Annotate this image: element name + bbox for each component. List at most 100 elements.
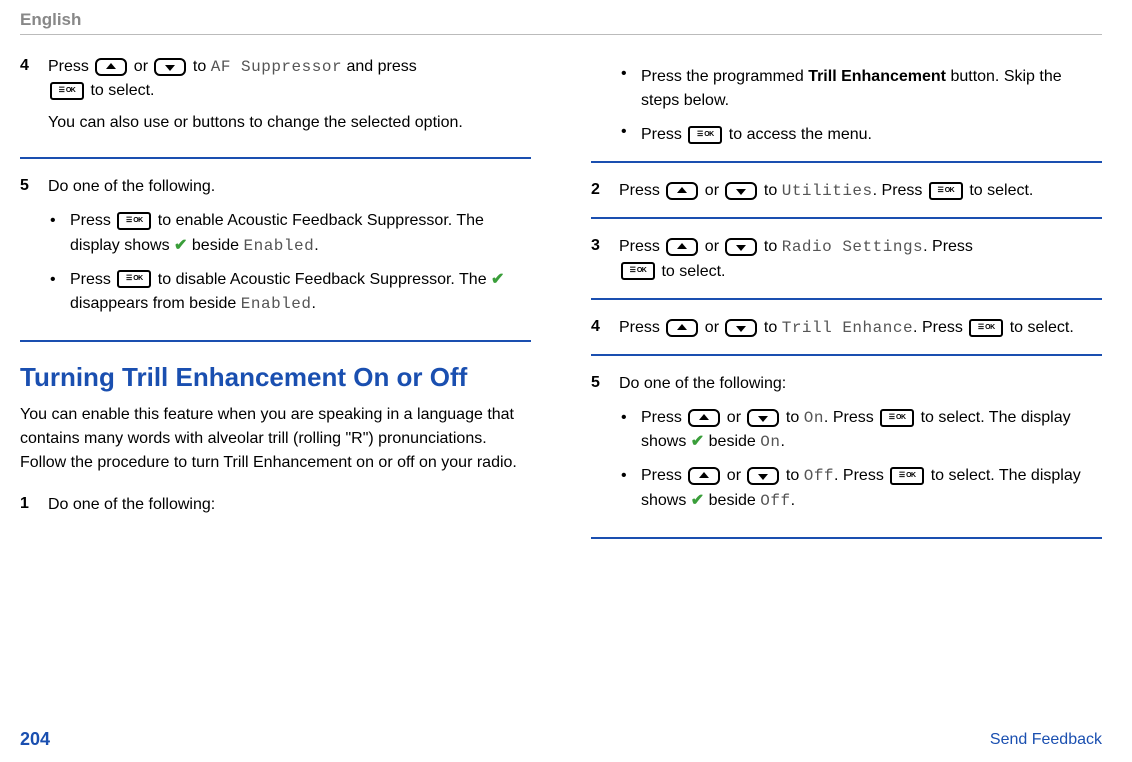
text: . Press bbox=[824, 409, 878, 426]
step-body: Press or to Utilities. Press to select. bbox=[619, 179, 1102, 203]
step-number: 3 bbox=[591, 235, 619, 283]
text: disappears from beside bbox=[70, 295, 241, 312]
step-number: 4 bbox=[591, 316, 619, 340]
bullet-marker: • bbox=[619, 464, 641, 512]
down-arrow-icon bbox=[747, 409, 779, 427]
text: . Press bbox=[923, 239, 973, 256]
text: Do one of the following: bbox=[619, 372, 1102, 396]
text: to select. bbox=[969, 182, 1033, 199]
menu-ok-icon bbox=[117, 270, 151, 288]
text: to bbox=[786, 468, 804, 485]
step-number: 5 bbox=[591, 372, 619, 522]
step-note: You can also use or buttons to change th… bbox=[48, 111, 531, 135]
send-feedback-link[interactable]: Send Feedback bbox=[990, 731, 1102, 749]
menu-item-radio-settings: Radio Settings bbox=[782, 239, 923, 257]
text: beside bbox=[709, 433, 761, 450]
menu-ok-icon bbox=[890, 467, 924, 485]
check-icon: ✔ bbox=[174, 237, 187, 254]
menu-ok-icon bbox=[969, 319, 1003, 337]
up-arrow-icon bbox=[666, 238, 698, 256]
menu-item-enabled: Enabled bbox=[244, 237, 315, 255]
text: . bbox=[791, 492, 795, 509]
text: to disable Acoustic Feedback Suppressor.… bbox=[158, 271, 491, 288]
text: or bbox=[727, 468, 746, 485]
text: or bbox=[705, 182, 724, 199]
step-body: Do one of the following: bbox=[48, 493, 531, 525]
text: Do one of the following: bbox=[48, 493, 531, 517]
step-body: Press or to Radio Settings. Press to sel… bbox=[619, 235, 1102, 283]
text: Press bbox=[641, 409, 686, 426]
page-footer: 204 Send Feedback bbox=[20, 729, 1102, 750]
step-divider bbox=[591, 217, 1102, 219]
text: . Press bbox=[913, 319, 967, 336]
down-arrow-icon bbox=[154, 58, 186, 76]
menu-ok-icon bbox=[880, 409, 914, 427]
bullet-body: Press to enable Acoustic Feedback Suppre… bbox=[70, 209, 531, 257]
text: Do one of the following. bbox=[48, 175, 531, 199]
text: to select. bbox=[661, 263, 725, 280]
menu-ok-icon bbox=[117, 212, 151, 230]
step-body: Press or to AF Suppressor and press to s… bbox=[48, 55, 531, 143]
bullet-item: • Press to disable Acoustic Feedback Sup… bbox=[48, 268, 531, 316]
bullet-item: • Press or to On. Press to select. The d… bbox=[619, 406, 1102, 454]
text: Press bbox=[48, 58, 93, 75]
step-5-left: 5 Do one of the following. • Press to en… bbox=[20, 175, 531, 325]
menu-ok-icon bbox=[621, 262, 655, 280]
check-icon: ✔ bbox=[691, 492, 704, 509]
text: or bbox=[134, 58, 153, 75]
menu-item-trill-enhance: Trill Enhance bbox=[782, 319, 913, 337]
step-2-right: 2 Press or to Utilities. Press to select… bbox=[591, 179, 1102, 203]
text: . Press bbox=[873, 182, 927, 199]
text: Press bbox=[70, 271, 115, 288]
menu-item-on: On bbox=[760, 433, 780, 451]
step-4-left: 4 Press or to AF Suppressor and press to… bbox=[20, 55, 531, 143]
step-1-continuation: • Press the programmed Trill Enhancement… bbox=[591, 65, 1102, 147]
menu-item-off: Off bbox=[804, 468, 834, 486]
bold-text: Trill Enhancement bbox=[808, 68, 946, 85]
bullet-body: Press or to On. Press to select. The dis… bbox=[641, 406, 1102, 454]
menu-ok-icon bbox=[50, 82, 84, 100]
step-divider bbox=[591, 298, 1102, 300]
up-arrow-icon bbox=[666, 319, 698, 337]
bullet-body: Press to access the menu. bbox=[641, 123, 1102, 147]
text: to bbox=[764, 182, 782, 199]
text: beside bbox=[709, 492, 761, 509]
bullet-marker: • bbox=[48, 209, 70, 257]
step-body: Do one of the following. • Press to enab… bbox=[48, 175, 531, 325]
bullet-item: • Press the programmed Trill Enhancement… bbox=[619, 65, 1102, 113]
step-divider bbox=[20, 157, 531, 159]
text: to access the menu. bbox=[729, 126, 872, 143]
text: . bbox=[314, 237, 318, 254]
content-columns: 4 Press or to AF Suppressor and press to… bbox=[20, 55, 1102, 555]
text: or bbox=[705, 319, 724, 336]
up-arrow-icon bbox=[666, 182, 698, 200]
menu-ok-icon bbox=[929, 182, 963, 200]
up-arrow-icon bbox=[688, 409, 720, 427]
bullet-marker: • bbox=[619, 406, 641, 454]
step-divider bbox=[20, 340, 531, 342]
menu-item-off: Off bbox=[760, 492, 790, 510]
down-arrow-icon bbox=[747, 467, 779, 485]
text: Press bbox=[641, 468, 686, 485]
menu-item-on: On bbox=[804, 409, 824, 427]
bullet-body: Press or to Off. Press to select. The di… bbox=[641, 464, 1102, 512]
text: or bbox=[705, 239, 724, 256]
check-icon: ✔ bbox=[491, 271, 504, 288]
left-column: 4 Press or to AF Suppressor and press to… bbox=[20, 55, 531, 555]
step-number: 2 bbox=[591, 179, 619, 203]
section-intro: You can enable this feature when you are… bbox=[20, 403, 531, 475]
step-1-left: 1 Do one of the following: bbox=[20, 493, 531, 525]
header-divider bbox=[20, 34, 1102, 35]
step-body: Press or to Trill Enhance. Press to sele… bbox=[619, 316, 1102, 340]
up-arrow-icon bbox=[95, 58, 127, 76]
text: Press bbox=[619, 319, 664, 336]
text: Press bbox=[619, 182, 664, 199]
check-icon: ✔ bbox=[691, 433, 704, 450]
text: to select. bbox=[1010, 319, 1074, 336]
text: to bbox=[764, 239, 782, 256]
text: . Press bbox=[834, 468, 888, 485]
text: Press bbox=[619, 239, 664, 256]
step-divider bbox=[591, 354, 1102, 356]
page-header-language: English bbox=[20, 10, 1102, 30]
step-number: 4 bbox=[20, 55, 48, 143]
